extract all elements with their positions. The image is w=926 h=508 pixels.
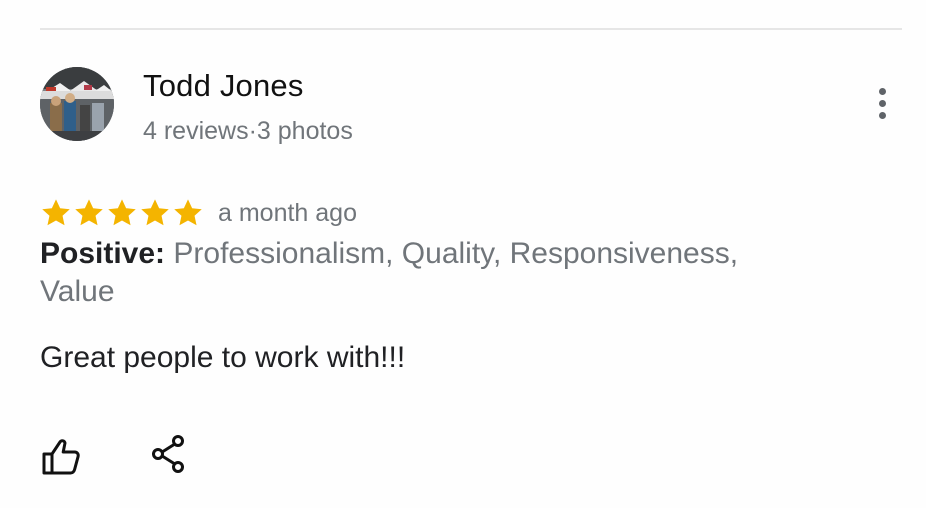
share-button[interactable] (150, 434, 188, 474)
author-avatar[interactable] (40, 67, 114, 141)
star-icon (73, 197, 105, 229)
star-icon (40, 197, 72, 229)
review-date: a month ago (218, 198, 357, 227)
star-icon (106, 197, 138, 229)
positive-label: Positive: (40, 237, 166, 270)
star-rating (40, 197, 204, 229)
thumbs-up-icon (42, 439, 80, 475)
star-icon (139, 197, 171, 229)
avatar-photo (40, 67, 114, 141)
more-vertical-icon-dot (879, 112, 886, 119)
more-options-button[interactable] (864, 84, 902, 124)
positive-attributes: Positive: Professionalism, Quality, Resp… (40, 235, 840, 311)
more-vertical-icon-dot (879, 100, 886, 107)
like-button[interactable] (40, 437, 82, 477)
author-meta: 4 reviews·3 photos (143, 117, 353, 145)
top-divider (40, 28, 902, 30)
review-card: Todd Jones 4 reviews·3 photos a month ag… (0, 0, 926, 508)
review-text: Great people to work with!!! (40, 341, 406, 374)
author-name[interactable]: Todd Jones (143, 68, 304, 104)
share-icon (152, 435, 184, 473)
more-vertical-icon (879, 88, 886, 95)
star-icon (172, 197, 204, 229)
rating-row: a month ago (40, 195, 357, 231)
